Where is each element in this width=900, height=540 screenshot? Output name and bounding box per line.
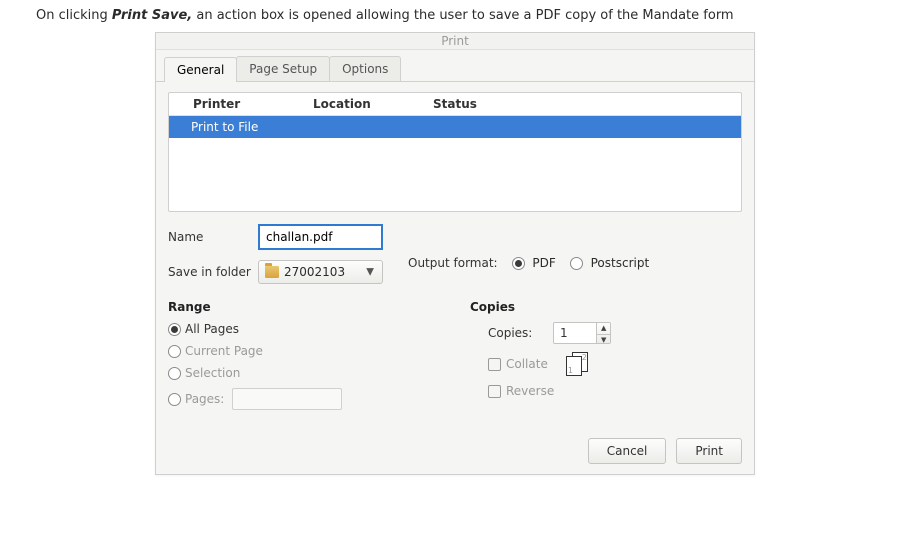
printer-list-header: Printer Location Status (169, 93, 741, 116)
printer-row-print-to-file[interactable]: Print to File (169, 116, 741, 138)
tab-options[interactable]: Options (329, 56, 401, 81)
copies-label: Copies: (488, 326, 553, 340)
copies-title: Copies (470, 300, 742, 314)
caption-bold: Print Save, (112, 8, 192, 23)
radio-pages[interactable] (168, 393, 181, 406)
radio-postscript-wrap[interactable]: Postscript (570, 256, 649, 270)
check-reverse[interactable] (488, 385, 501, 398)
range-selection[interactable]: Selection (168, 366, 440, 380)
tab-bar: General Page Setup Options (156, 50, 754, 82)
dialog-footer: Cancel Print (156, 430, 754, 474)
chevron-down-icon: ▼ (366, 267, 374, 278)
collate-label: Collate (506, 357, 548, 371)
radio-pdf-wrap[interactable]: PDF (512, 256, 556, 270)
caption-suffix: an action box is opened allowing the use… (192, 8, 733, 23)
print-button[interactable]: Print (676, 438, 742, 464)
col-location: Location (313, 97, 433, 111)
caption-prefix: On clicking (36, 8, 112, 23)
range-section: Range All Pages Current Page Selection P… (168, 300, 440, 418)
copies-section: Copies Copies: 1 ▲ ▼ Collate (470, 300, 742, 418)
cancel-button[interactable]: Cancel (588, 438, 667, 464)
copies-up-icon[interactable]: ▲ (597, 323, 610, 335)
col-status: Status (433, 97, 477, 111)
range-current-page[interactable]: Current Page (168, 344, 440, 358)
range-all-pages[interactable]: All Pages (168, 322, 440, 336)
radio-pdf-label: PDF (532, 256, 555, 270)
folder-combo[interactable]: 27002103 ▼ (258, 260, 383, 284)
name-label: Name (168, 230, 258, 244)
output-format-label: Output format: (408, 256, 498, 270)
folder-icon (265, 266, 279, 278)
tab-page-setup[interactable]: Page Setup (236, 56, 330, 81)
range-title: Range (168, 300, 440, 314)
instruction-caption: On clicking Print Save, an action box is… (36, 8, 734, 23)
radio-postscript-label: Postscript (591, 256, 650, 270)
tab-general[interactable]: General (164, 57, 237, 82)
radio-pdf[interactable] (512, 257, 525, 270)
pages-input[interactable] (232, 388, 342, 410)
folder-label: Save in folder (168, 265, 258, 279)
dialog-title: Print (156, 33, 754, 50)
filename-input[interactable] (258, 224, 383, 250)
reverse-label: Reverse (506, 384, 554, 398)
copies-down-icon[interactable]: ▼ (597, 335, 610, 344)
radio-selection[interactable] (168, 367, 181, 380)
print-dialog: Print General Page Setup Options Printer… (155, 32, 755, 475)
radio-all-pages[interactable] (168, 323, 181, 336)
copies-value[interactable]: 1 (554, 323, 596, 343)
check-collate[interactable] (488, 358, 501, 371)
tab-body-general: Printer Location Status Print to File Na… (156, 82, 754, 430)
radio-postscript[interactable] (570, 257, 583, 270)
radio-current-page[interactable] (168, 345, 181, 358)
collate-icon: 21 (566, 352, 594, 376)
col-printer: Printer (193, 97, 313, 111)
printer-list[interactable]: Printer Location Status Print to File (168, 92, 742, 212)
range-pages[interactable]: Pages: (168, 388, 440, 410)
copies-spinner[interactable]: 1 ▲ ▼ (553, 322, 611, 344)
folder-value: 27002103 (284, 265, 345, 279)
